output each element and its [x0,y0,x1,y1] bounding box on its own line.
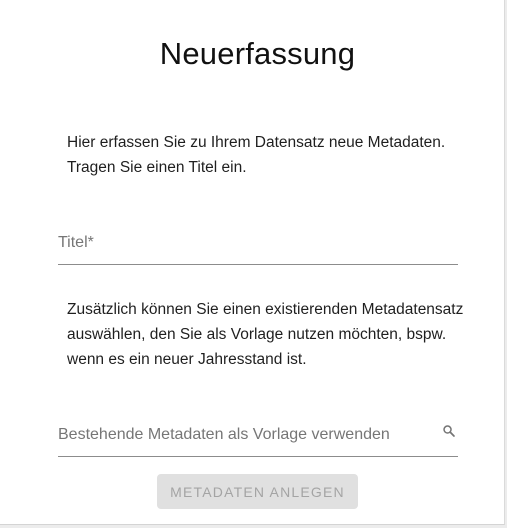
dialog-title: Neuerfassung [159,36,356,71]
new-entry-dialog: Neuerfassung Hier erfassen Sie zu Ihrem … [0,0,505,525]
intro-text: Hier erfassen Sie zu Ihrem Datensatz neu… [67,134,446,176]
search-icon [443,425,455,437]
create-metadata-button[interactable]: METADATEN ANLEGEN [157,474,358,509]
template-info-text: Zusätzlich können Sie einen existierende… [67,301,464,368]
title-input[interactable] [58,222,458,264]
template-search-input[interactable] [58,414,458,456]
template-search-field[interactable] [58,414,458,457]
title-field[interactable] [58,222,458,265]
